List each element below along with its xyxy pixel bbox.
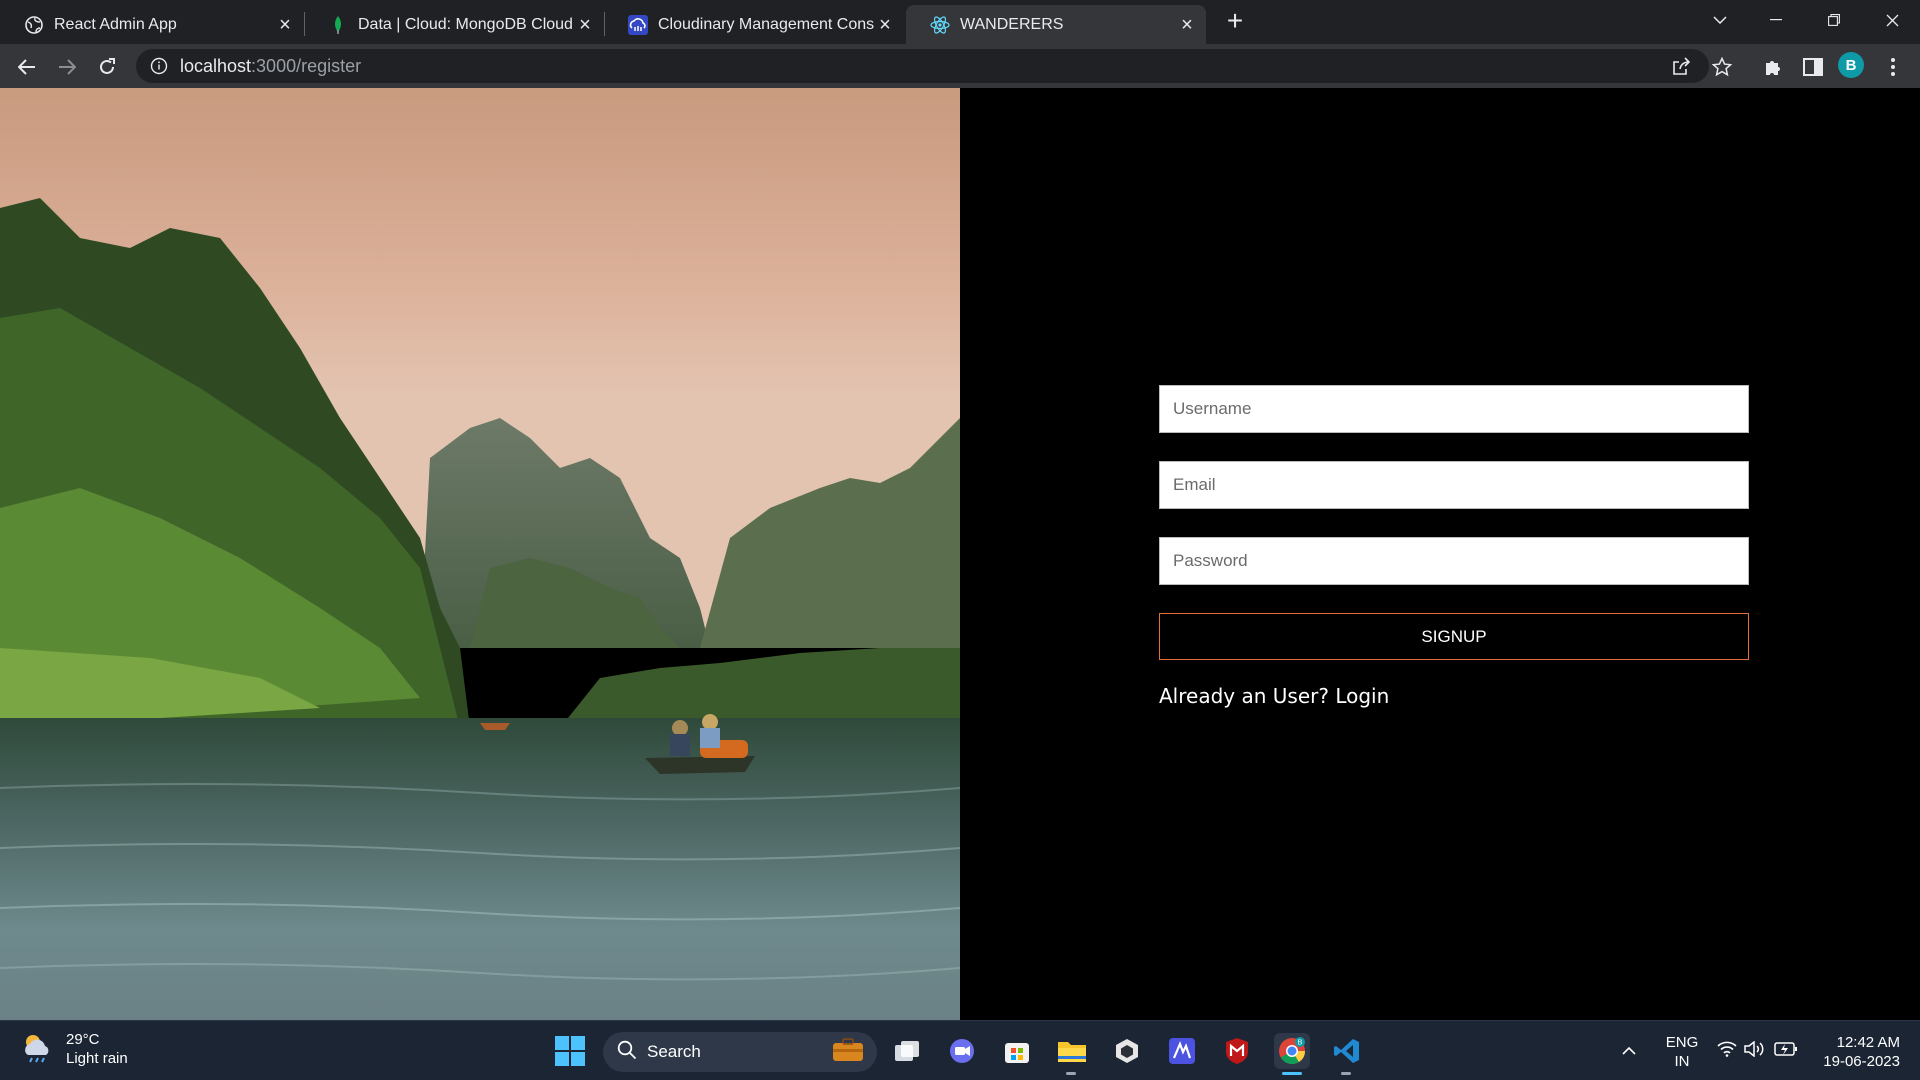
tab-mongodb-cloud[interactable]: Data | Cloud: MongoDB Cloud ×: [304, 5, 604, 44]
close-tab-icon[interactable]: ×: [1176, 14, 1198, 36]
active-app-indicator: [1282, 1072, 1302, 1075]
tab-wanderers[interactable]: WANDERERS ×: [906, 5, 1206, 44]
url-text: localhost:3000/register: [180, 56, 361, 77]
extensions-puzzle-icon[interactable]: [1760, 54, 1786, 80]
tab-cloudinary[interactable]: Cloudinary Management Console ×: [604, 5, 904, 44]
hero-landscape-image: [0, 88, 960, 1020]
region-code: IN: [1674, 1053, 1690, 1070]
teams-chat-icon[interactable]: [944, 1033, 980, 1069]
login-prompt-text: Already an User?: [1159, 684, 1329, 708]
close-window-icon[interactable]: [1864, 0, 1920, 40]
tab-react-admin-app[interactable]: React Admin App ×: [0, 5, 304, 44]
unity-hub-icon[interactable]: [1109, 1033, 1145, 1069]
search-label: Search: [647, 1042, 701, 1061]
battery-charging-icon[interactable]: [1774, 1041, 1798, 1062]
search-icon: [617, 1040, 637, 1065]
running-indicator: [1341, 1072, 1351, 1075]
taskbar-search[interactable]: Search: [603, 1032, 877, 1072]
wifi-icon[interactable]: [1717, 1041, 1737, 1062]
url-path: :3000/register: [251, 55, 362, 76]
clock-date: 19-06-2023: [1823, 1053, 1900, 1070]
username-input[interactable]: [1159, 385, 1749, 433]
tab-title: Data | Cloud: MongoDB Cloud: [358, 15, 573, 33]
restore-icon[interactable]: [1806, 0, 1862, 40]
weather-temperature: 29°C: [66, 1030, 100, 1048]
profile-avatar[interactable]: B: [1838, 52, 1864, 78]
globe-icon: [24, 15, 44, 35]
close-tab-icon[interactable]: ×: [874, 14, 896, 36]
cloudinary-icon: [628, 14, 648, 35]
tab-search-chevron-icon[interactable]: [1692, 0, 1748, 40]
system-clock[interactable]: 12:42 AM 19-06-2023: [1810, 1033, 1900, 1071]
password-input[interactable]: [1159, 537, 1749, 585]
new-tab-button[interactable]: +: [1219, 6, 1251, 38]
tab-title: Cloudinary Management Console: [658, 15, 874, 33]
forward-arrow-icon[interactable]: [52, 52, 82, 82]
close-tab-icon[interactable]: ×: [574, 14, 596, 36]
site-info-icon[interactable]: [150, 57, 168, 75]
svg-text:B: B: [1298, 1040, 1303, 1047]
tab-strip: React Admin App × Data | Cloud: MongoDB …: [0, 0, 1920, 44]
show-hidden-icons-chevron[interactable]: [1622, 1041, 1636, 1060]
input-language[interactable]: ENG IN: [1662, 1033, 1702, 1071]
running-indicator: [1066, 1072, 1076, 1075]
clock-time: 12:42 AM: [1836, 1034, 1900, 1051]
register-page: SIGNUP Already an User? Login: [0, 88, 1920, 1020]
browser-menu-icon[interactable]: [1880, 54, 1906, 80]
email-input[interactable]: [1159, 461, 1749, 509]
address-bar[interactable]: localhost:3000/register: [136, 49, 1709, 83]
url-host: localhost: [180, 55, 252, 76]
weather-widget[interactable]: 29°C Light rain: [20, 1029, 128, 1068]
vscode-icon[interactable]: [1329, 1033, 1365, 1069]
volume-icon[interactable]: [1744, 1040, 1766, 1062]
briefcase-icon: [831, 1037, 865, 1068]
login-link[interactable]: Login: [1335, 684, 1389, 708]
react-icon: [930, 15, 950, 35]
tab-title: WANDERERS: [960, 15, 1064, 33]
bookmark-star-icon[interactable]: [1709, 54, 1735, 80]
windows-start-icon[interactable]: [555, 1036, 585, 1066]
login-prompt: Already an User? Login: [1159, 684, 1749, 708]
minimize-icon[interactable]: [1748, 0, 1804, 40]
share-icon[interactable]: [1668, 54, 1694, 80]
tab-title: React Admin App: [54, 15, 177, 33]
microsoft-store-icon[interactable]: [999, 1033, 1035, 1069]
weather-description: Light rain: [66, 1049, 128, 1067]
file-explorer-icon[interactable]: [1054, 1033, 1090, 1069]
back-arrow-icon[interactable]: [12, 52, 42, 82]
language-code: ENG: [1665, 1034, 1699, 1051]
register-form: SIGNUP Already an User? Login: [1159, 385, 1749, 708]
reload-icon[interactable]: [92, 52, 122, 82]
close-tab-icon[interactable]: ×: [274, 14, 296, 36]
chrome-icon[interactable]: B: [1274, 1033, 1310, 1069]
windows-taskbar: 29°C Light rain Search B ENG IN 12:42 AM…: [0, 1020, 1920, 1080]
browser-toolbar: localhost:3000/register: [0, 44, 1920, 88]
rain-cloud-icon: [20, 1029, 56, 1068]
signup-button[interactable]: SIGNUP: [1159, 613, 1749, 660]
mongodb-leaf-icon: [328, 15, 348, 35]
task-view-icon[interactable]: [889, 1033, 925, 1069]
mcafee-shield-icon[interactable]: [1219, 1033, 1255, 1069]
side-panel-icon[interactable]: [1800, 54, 1826, 80]
stylus-app-icon[interactable]: [1164, 1033, 1200, 1069]
